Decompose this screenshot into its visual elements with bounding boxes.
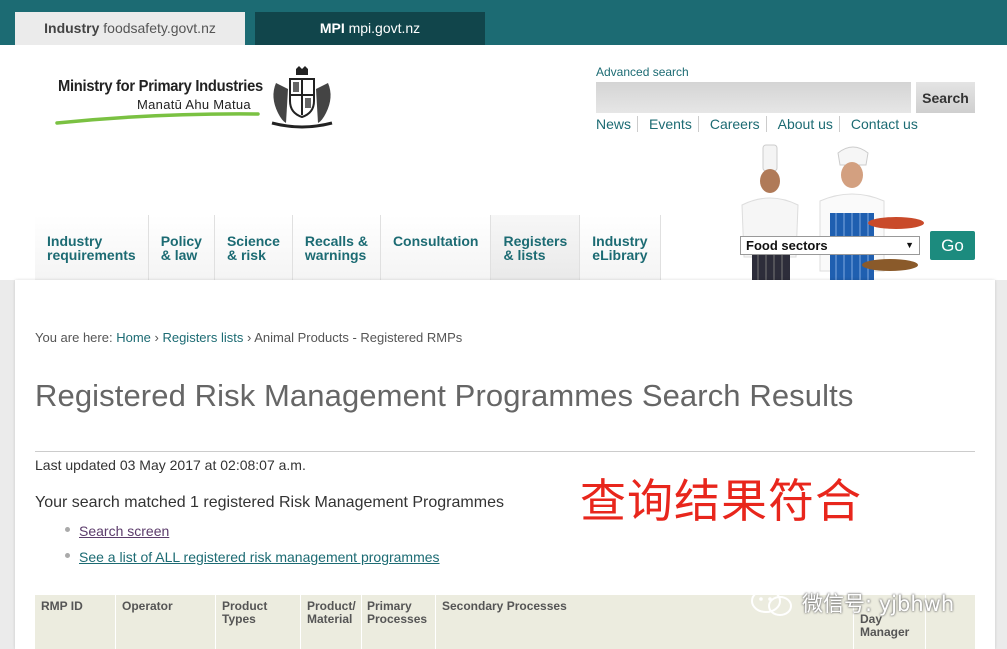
nav-industry-requirements[interactable]: Industry requirements <box>35 215 149 280</box>
col-product-material[interactable]: Product/ Material <box>307 600 356 626</box>
dropdown-caret-icon: ▼ <box>905 240 914 250</box>
tab-mpi-label: MPI <box>319 20 345 36</box>
nav-policy-law[interactable]: Policy & law <box>148 215 215 280</box>
title-divider <box>35 451 975 452</box>
column-divider <box>361 595 362 649</box>
nav-registers-lists[interactable]: Registers & lists <box>491 215 581 280</box>
tab-industry-foodsafety[interactable]: Industry foodsafety.govt.nz <box>15 12 245 45</box>
list-item: Search screen <box>65 523 440 539</box>
site-header: Ministry for Primary Industries Manatū A… <box>0 45 1007 280</box>
food-sectors-select[interactable]: Food sectors ▼ <box>740 236 920 255</box>
breadcrumb-separator: › <box>243 330 255 345</box>
breadcrumb-current: Animal Products - Registered RMPs <box>254 330 463 345</box>
site-tab-bar: Industry foodsafety.govt.nz MPI mpi.govt… <box>0 0 1007 45</box>
column-divider <box>300 595 301 649</box>
watermark-text: 微信号: yjbhwh <box>802 592 955 616</box>
go-button[interactable]: Go <box>930 231 975 260</box>
utility-links: News Events Careers About us Contact us <box>596 116 935 132</box>
nav-science-risk[interactable]: Science & risk <box>214 215 293 280</box>
column-divider <box>115 595 116 649</box>
all-rmp-list-link[interactable]: See a list of ALL registered risk manage… <box>79 549 440 565</box>
breadcrumb-registers-lists[interactable]: Registers lists <box>162 330 243 345</box>
col-product-types[interactable]: Product Types <box>222 600 267 626</box>
wechat-icon <box>751 589 792 616</box>
search-input[interactable] <box>596 82 911 113</box>
col-rmp-id[interactable]: RMP ID <box>41 600 83 613</box>
link-careers[interactable]: Careers <box>710 116 767 132</box>
tab-mpi-domain: mpi.govt.nz <box>344 20 421 36</box>
nz-coat-of-arms-icon <box>271 66 333 129</box>
nav-recalls-warnings[interactable]: Recalls & warnings <box>292 215 381 280</box>
nav-industry-elibrary[interactable]: Industry eLibrary <box>580 215 661 280</box>
tab-industry-label: Industry <box>44 20 100 36</box>
list-item: See a list of ALL registered risk manage… <box>65 549 440 565</box>
page-title: Registered Risk Management Programmes Se… <box>35 378 854 413</box>
breadcrumb-prefix: You are here: <box>35 330 117 345</box>
col-operator[interactable]: Operator <box>122 600 173 613</box>
advanced-search-link[interactable]: Advanced search <box>596 65 689 79</box>
tab-industry-domain: foodsafety.govt.nz <box>99 20 216 36</box>
column-divider <box>435 595 436 649</box>
tab-mpi[interactable]: MPI mpi.govt.nz <box>255 12 485 45</box>
breadcrumb-separator: › <box>150 330 163 345</box>
search-button[interactable]: Search <box>916 82 975 113</box>
logo-swoosh-icon <box>55 112 260 125</box>
search-matched-text: Your search matched 1 registered Risk Ma… <box>35 494 504 511</box>
breadcrumb: You are here: Home › Registers lists › A… <box>35 330 462 345</box>
link-events[interactable]: Events <box>649 116 699 132</box>
col-secondary-processes[interactable]: Secondary Processes <box>442 600 567 613</box>
logo-maori-name[interactable]: Manatū Ahu Matua <box>137 97 251 112</box>
last-updated-text: Last updated 03 May 2017 at 02:08:07 a.m… <box>35 457 306 473</box>
logo-ministry-name[interactable]: Ministry for Primary Industries <box>58 78 263 96</box>
chefs-image <box>741 144 924 280</box>
wechat-watermark: 微信号: yjbhwh <box>750 588 954 618</box>
main-nav: Industry requirements Policy & law Scien… <box>35 215 661 280</box>
column-divider <box>215 595 216 649</box>
breadcrumb-home[interactable]: Home <box>116 330 151 345</box>
nav-consultation[interactable]: Consultation <box>380 215 492 280</box>
annotation-overlay-text: 查询结果符合 <box>580 474 862 528</box>
link-news[interactable]: News <box>596 116 639 132</box>
link-about-us[interactable]: About us <box>778 116 840 132</box>
link-contact-us[interactable]: Contact us <box>851 116 924 132</box>
col-primary-processes[interactable]: Primary Processes <box>367 600 427 626</box>
result-links: Search screen See a list of ALL register… <box>65 523 440 575</box>
food-sectors-selected: Food sectors <box>746 238 828 253</box>
search-screen-link[interactable]: Search screen <box>79 523 169 539</box>
